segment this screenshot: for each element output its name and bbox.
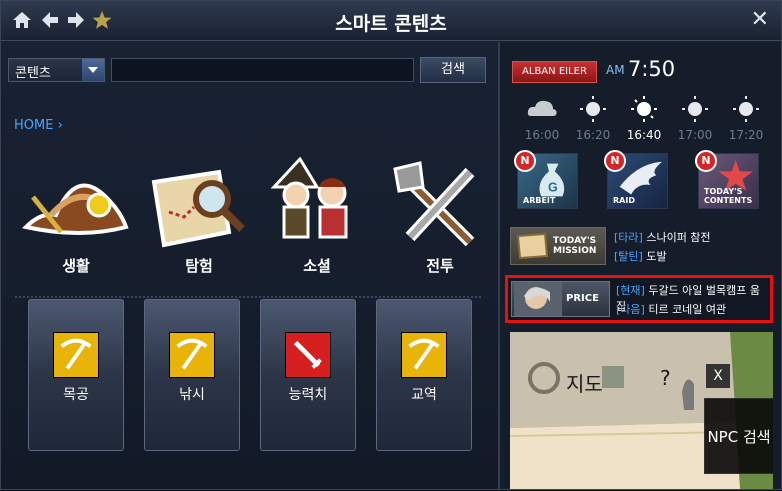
mission-line[interactable]: [타라] 스나이퍼 참전 <box>614 229 711 245</box>
price-line-next[interactable]: [다음] 티르 코네일 여관 <box>616 301 726 317</box>
category-label: 생활 <box>62 257 90 275</box>
tile-label: RAID <box>613 196 635 205</box>
skill-card-stats[interactable]: 능력치 <box>260 299 356 451</box>
price-highlight-box: PRICE [현재] 두갈드 아일 벌목캠프 움집 [다음] 티르 코네일 여관 <box>505 275 773 323</box>
minimap[interactable]: 지도 ? X NPC 검색 <box>510 332 773 489</box>
sun-icon <box>631 96 657 122</box>
weather-time: 17:00 <box>677 128 713 142</box>
harvest-hat-icon <box>21 183 129 235</box>
new-badge: N <box>695 150 717 172</box>
skill-label: 교역 <box>411 387 437 403</box>
weather-slot: 17:00 <box>675 94 715 144</box>
search-input[interactable] <box>111 58 414 82</box>
sun-icon <box>733 96 759 122</box>
todays-mission-button[interactable]: TODAY'S MISSION <box>510 227 606 265</box>
npc-portrait-icon <box>514 282 562 316</box>
divider <box>15 296 481 298</box>
tile-todays-contents[interactable]: N TODAY'S CONTENTS <box>695 150 759 209</box>
pickaxe-icon <box>53 332 99 378</box>
weather-slot: 16:00 <box>522 94 562 144</box>
pickaxe-icon <box>169 332 215 378</box>
weather-slot-current: 16:40 <box>624 94 664 144</box>
skill-card-fishing[interactable]: 낚시 <box>144 299 240 451</box>
category-label: 소셜 <box>303 257 331 275</box>
weather-slot: 17:20 <box>726 94 766 144</box>
svg-text:G: G <box>548 181 558 195</box>
characters-icon <box>270 156 348 239</box>
category-social[interactable]: 소셜 <box>262 156 372 277</box>
cloud-icon <box>527 100 557 116</box>
price-button[interactable]: PRICE <box>511 281 610 317</box>
breadcrumb-home[interactable]: HOME › <box>14 118 63 133</box>
smart-content-window: 스마트 콘텐츠 ✕ 콘텐츠 검색 HOME › 생활 탐험 소셜 전투 목공 낚… <box>0 0 782 490</box>
pickaxe-icon <box>401 332 447 378</box>
weather-time: 16:00 <box>524 128 560 142</box>
sun-icon <box>580 96 606 122</box>
clock: 7:50 <box>628 57 676 81</box>
price-button-label: PRICE <box>566 293 599 304</box>
time-ampm: AM <box>606 63 625 77</box>
skill-card-trade[interactable]: 교역 <box>376 299 472 451</box>
window-title: 스마트 콘텐츠 <box>335 13 447 35</box>
tile-label: ARBEIT <box>523 196 556 205</box>
side-panel: ALBAN EILER AM 7:50 16:00 16:20 16:40 17… <box>498 42 781 489</box>
category-life[interactable]: 생활 <box>21 157 131 277</box>
category-label: 전투 <box>426 257 454 275</box>
tile-label: TODAY'S CONTENTS <box>704 187 753 205</box>
category-label: 탐험 <box>185 257 213 275</box>
weather-time: 16:20 <box>575 128 611 142</box>
new-badge: N <box>514 150 536 172</box>
category-select[interactable]: 콘텐츠 <box>8 58 105 82</box>
main-panel: 콘텐츠 검색 HOME › 생활 탐험 소셜 전투 목공 낚시 능력치 교역 <box>1 42 497 491</box>
server-button[interactable]: ALBAN EILER <box>512 61 597 83</box>
category-explore[interactable]: 탐험 <box>144 157 254 277</box>
category-select-value: 콘텐츠 <box>15 66 51 81</box>
category-combat[interactable]: 전투 <box>385 157 495 277</box>
weather-time: 17:20 <box>728 128 764 142</box>
map-magnifier-icon <box>151 169 245 248</box>
tile-raid[interactable]: N RAID <box>604 150 668 209</box>
weather-slot: 16:20 <box>573 94 613 144</box>
skill-label: 목공 <box>63 387 89 403</box>
weather-time: 16:40 <box>626 128 662 142</box>
skill-label: 낚시 <box>179 387 205 403</box>
sword-icon <box>285 332 331 378</box>
crossed-weapons-icon <box>393 161 475 247</box>
map-help-icon[interactable]: ? <box>660 366 671 390</box>
map-close-button[interactable]: X <box>706 364 730 388</box>
sun-icon <box>682 96 708 122</box>
skill-card-woodwork[interactable]: 목공 <box>28 299 124 451</box>
search-button[interactable]: 검색 <box>420 57 486 83</box>
mission-button-label: TODAY'S MISSION <box>553 236 597 256</box>
npc-search-button[interactable]: NPC 검색 <box>704 398 773 474</box>
chevron-down-icon[interactable] <box>82 59 104 81</box>
mission-line[interactable]: [탈틴] 도발 <box>614 248 667 264</box>
scroll-icon <box>516 232 549 260</box>
close-button[interactable]: ✕ <box>751 7 769 32</box>
new-badge: N <box>604 150 626 172</box>
title-bar: 스마트 콘텐츠 ✕ <box>1 1 781 41</box>
skill-label: 능력치 <box>288 387 328 403</box>
map-label: 지도 <box>566 372 603 396</box>
tile-arbeit[interactable]: G N ARBEIT <box>514 150 578 209</box>
